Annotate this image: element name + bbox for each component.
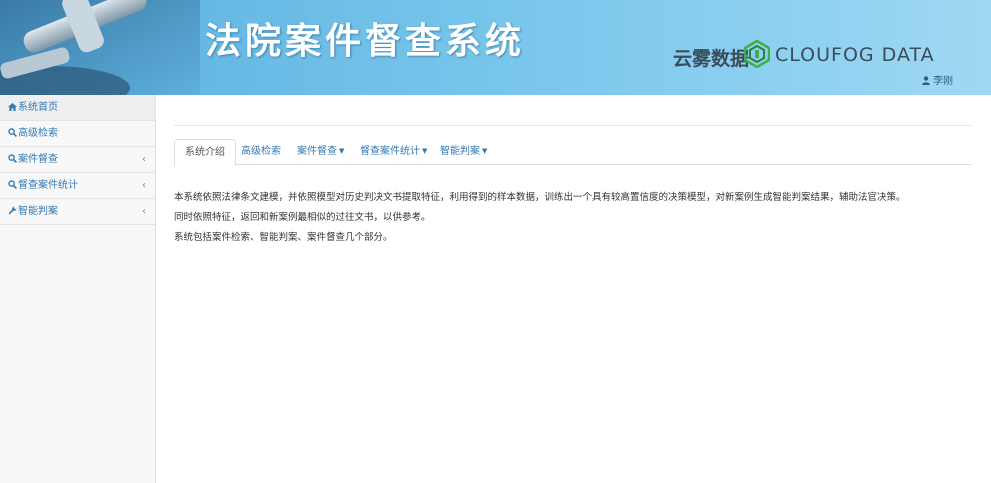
intro-paragraph: 同时依照特征，返回和新案例最相似的过往文书，以供参考。 [174, 212, 431, 223]
tab-label: 系统介绍 [185, 147, 225, 158]
tab-advanced-search[interactable]: 高级检索 [231, 139, 291, 165]
chevron-left-icon: ‹ [142, 180, 146, 191]
sidebar-item-label: 案件督查 [18, 154, 58, 165]
search-icon [8, 148, 18, 173]
wrench-icon [8, 200, 18, 225]
search-icon [8, 122, 18, 147]
tab-system-intro[interactable]: 系统介绍 [174, 139, 236, 166]
tab-label: 高级检索 [241, 146, 281, 157]
user-name: 李刚 [933, 76, 953, 87]
brand-name-cn: 云雾数据 [673, 48, 750, 70]
search-icon [8, 174, 18, 199]
sidebar-item-label: 智能判案 [18, 206, 58, 217]
brand-name-en: CLOUFOG DATA [775, 44, 935, 66]
sidebar-item-home[interactable]: 系统首页 [0, 95, 155, 121]
tab-bar: 系统介绍 高级检索 案件督查 ▼ 督查案件统计 ▼ 智能判案 ▼ [174, 139, 972, 166]
cloufog-logo-icon [744, 40, 770, 68]
sidebar-item-label: 系统首页 [18, 102, 58, 113]
tab-case-supervision[interactable]: 案件督查 ▼ [287, 139, 354, 165]
main-panel: 系统介绍 高级检索 案件督查 ▼ 督查案件统计 ▼ 智能判案 ▼ 本系统依照法律条文建… [156, 95, 991, 483]
sidebar-item-label: 高级检索 [18, 128, 58, 139]
sidebar-item-advanced-search[interactable]: 高级检索 [0, 121, 155, 147]
user-icon [922, 76, 930, 85]
chevron-left-icon: ‹ [142, 154, 146, 165]
gavel-icon [0, 0, 200, 95]
sidebar-item-case-supervision[interactable]: 案件督查 ‹ [0, 147, 155, 173]
app-title: 法院案件督查系统 [205, 20, 526, 62]
sidebar-item-case-statistics[interactable]: 督查案件统计 ‹ [0, 173, 155, 199]
sidebar: 系统首页 高级检索 案件督查 ‹ 督查案件统计 ‹ 智能判案 ‹ [0, 95, 156, 483]
caret-down-icon: ▼ [482, 147, 488, 155]
sidebar-item-smart-judgment[interactable]: 智能判案 ‹ [0, 199, 155, 225]
chevron-left-icon: ‹ [142, 206, 146, 217]
header-banner: 法院案件督查系统 云雾数据 CLOUFOG DATA 李刚 [0, 0, 991, 95]
tab-label: 智能判案 [440, 146, 480, 157]
home-icon [8, 96, 18, 121]
intro-paragraph: 系统包括案件检索、智能判案、案件督查几个部分。 [174, 232, 393, 243]
user-menu[interactable]: 李刚 [922, 72, 953, 87]
tab-label: 案件督查 [297, 146, 337, 157]
caret-down-icon: ▼ [422, 147, 428, 155]
intro-paragraph: 本系统依照法律条文建模，并依照模型对历史判决文书提取特征，利用得到的样本数据，训… [174, 192, 906, 203]
tab-label: 督查案件统计 [360, 146, 420, 157]
divider [174, 125, 972, 126]
tab-case-statistics[interactable]: 督查案件统计 ▼ [350, 139, 437, 165]
intro-content: 本系统依照法律条文建模，并依照模型对历史判决文书提取特征，利用得到的样本数据，训… [174, 191, 974, 251]
caret-down-icon: ▼ [339, 147, 345, 155]
sidebar-item-label: 督查案件统计 [18, 180, 78, 191]
tab-smart-judgment[interactable]: 智能判案 ▼ [430, 139, 497, 165]
